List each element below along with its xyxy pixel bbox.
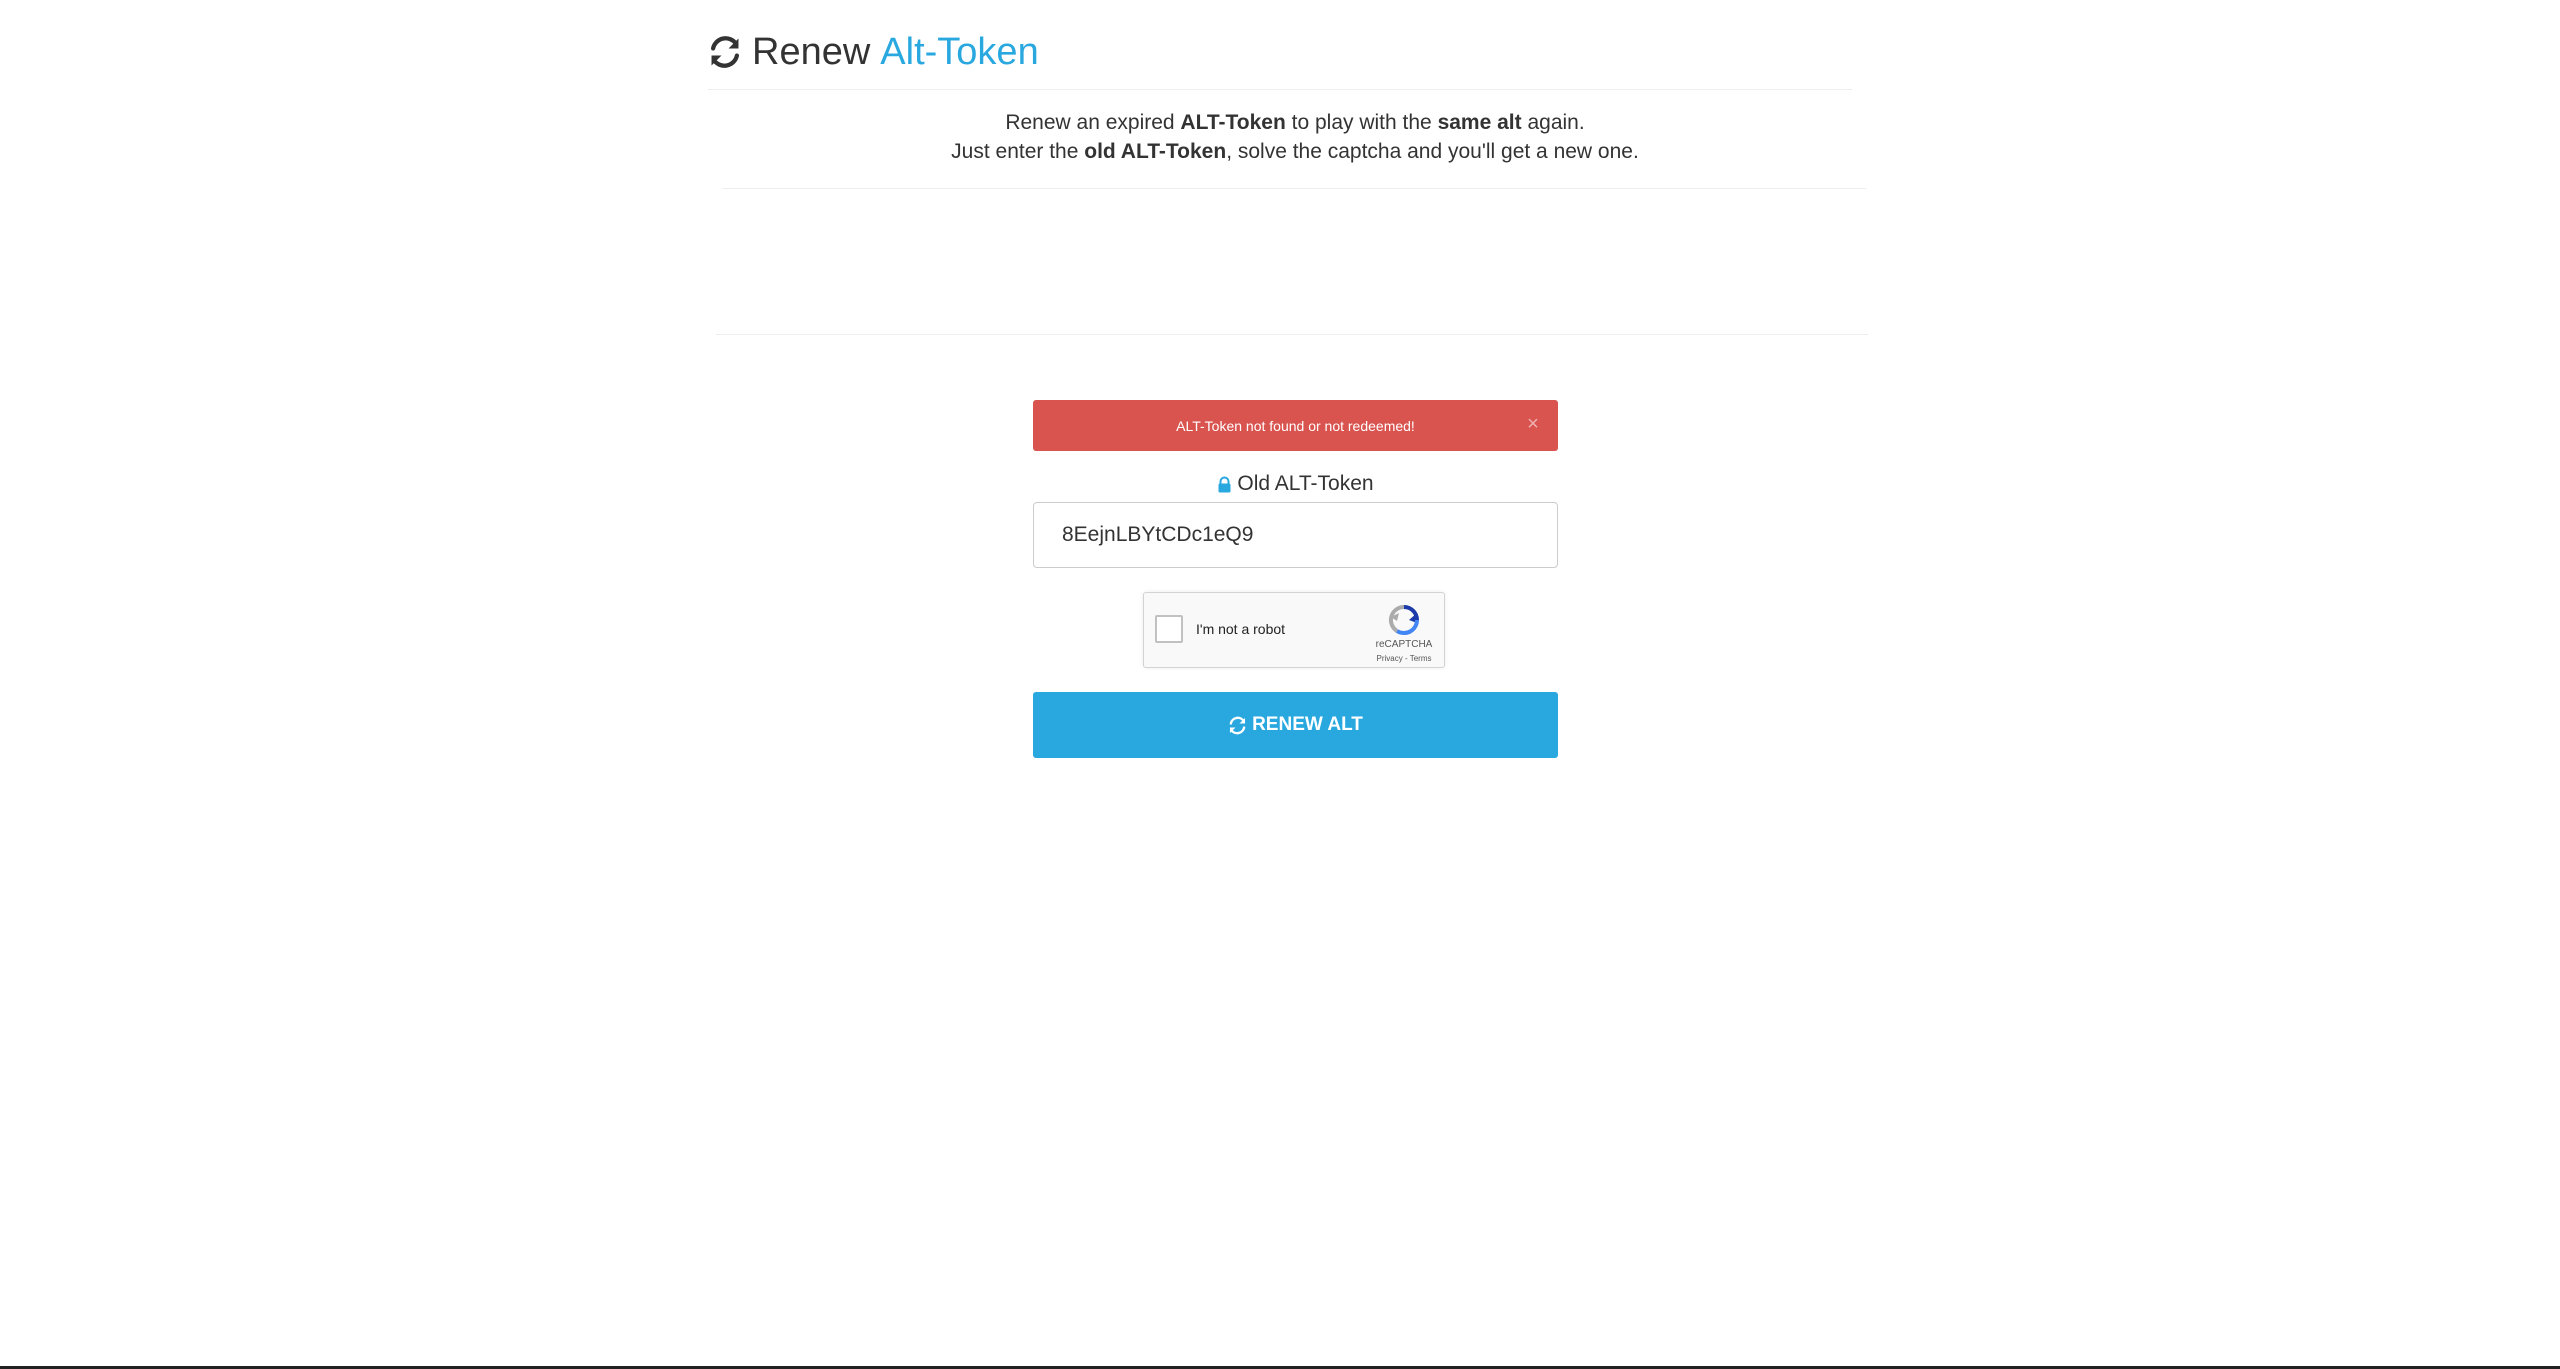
intro-emphasis-alt-token: ALT-Token: [1180, 111, 1286, 134]
error-alert-message: ALT-Token not found or not redeemed!: [1176, 417, 1415, 434]
token-field-label-text: Old ALT-Token: [1237, 472, 1374, 495]
captcha-privacy-terms-link[interactable]: Privacy - Terms: [1370, 654, 1438, 663]
divider-top: [708, 89, 1852, 90]
lock-icon: [1217, 476, 1232, 493]
refresh-icon: [708, 35, 742, 69]
renew-alt-button-label: RENEW ALT: [1252, 714, 1363, 735]
intro-text-segment: again.: [1521, 111, 1585, 134]
intro-text-segment: , solve the captcha and you'll get a new…: [1226, 140, 1639, 163]
recaptcha-widget: I'm not a robot reCAPTCHA Privacy - Term…: [1143, 592, 1445, 668]
captcha-checkbox[interactable]: [1155, 615, 1183, 643]
refresh-icon: [1228, 716, 1247, 735]
captcha-label: I'm not a robot: [1196, 621, 1286, 637]
captcha-brand: reCAPTCHA: [1375, 639, 1433, 650]
intro-emphasis-old-token: old ALT-Token: [1084, 140, 1227, 163]
old-token-input[interactable]: [1033, 502, 1558, 568]
token-field-label: Old ALT-Token: [1033, 472, 1558, 496]
renew-alt-button[interactable]: RENEW ALT: [1033, 692, 1558, 758]
error-alert: ALT-Token not found or not redeemed! ×: [1033, 400, 1558, 451]
page-title-prefix: Renew: [752, 30, 871, 73]
intro-line-2: Just enter the old ALT-Token, solve the …: [700, 137, 1890, 166]
intro-emphasis-same-alt: same alt: [1437, 111, 1522, 134]
page: Renew Alt-Token Renew an expired ALT-Tok…: [0, 0, 2560, 1369]
page-title-accent: Alt-Token: [880, 30, 1039, 73]
divider-middle: [722, 188, 1866, 189]
page-header: Renew Alt-Token: [708, 22, 1039, 82]
close-icon[interactable]: ×: [1522, 413, 1544, 435]
intro-text-segment: Renew an expired: [1005, 111, 1181, 134]
intro-text: Renew an expired ALT-Token to play with …: [700, 108, 1890, 166]
recaptcha-logo-icon: [1387, 603, 1421, 637]
intro-line-1: Renew an expired ALT-Token to play with …: [700, 108, 1890, 137]
divider-bottom: [716, 334, 1868, 335]
intro-text-segment: Just enter the: [951, 140, 1085, 163]
intro-text-segment: to play with the: [1285, 111, 1438, 134]
